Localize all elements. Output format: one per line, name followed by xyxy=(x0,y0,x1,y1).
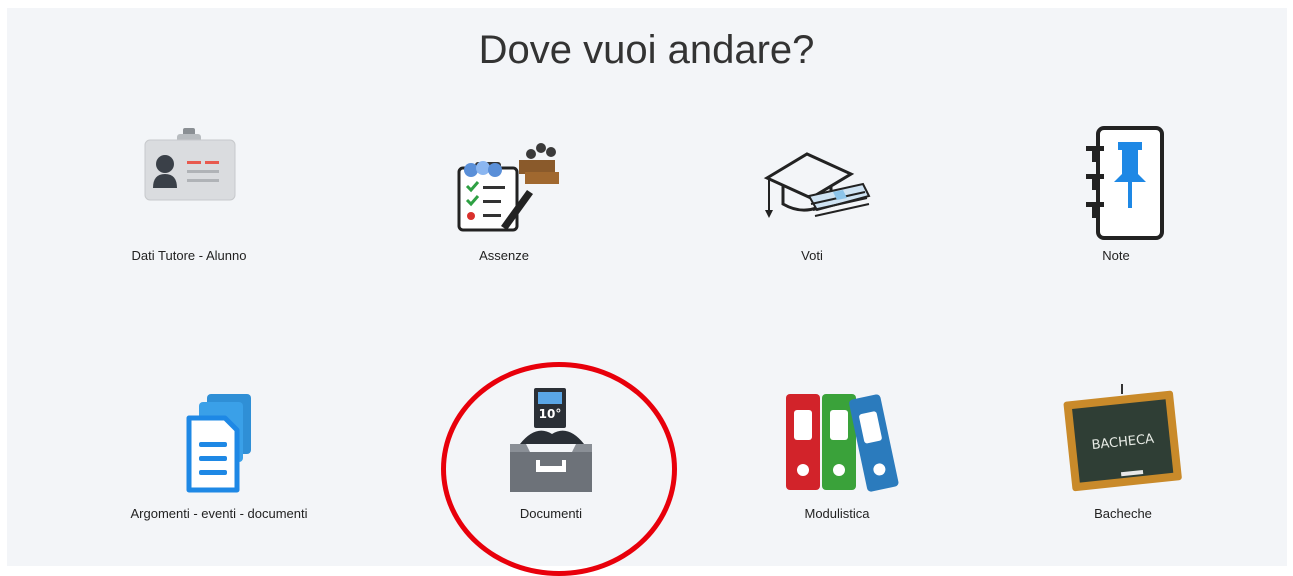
doc-badge-text: 10° xyxy=(539,407,562,421)
menu-item-label: Assenze xyxy=(479,248,529,263)
menu-item-modulistica[interactable]: Modulistica xyxy=(707,384,967,524)
menu-item-label: Modulistica xyxy=(804,506,870,521)
menu-item-note[interactable]: Note xyxy=(986,126,1246,266)
binders-icon xyxy=(786,394,899,492)
chalkboard-icon: BACHECA xyxy=(1063,384,1182,492)
id-badge-icon xyxy=(144,128,236,201)
document-inbox-icon: 10° xyxy=(510,388,592,492)
menu-item-voti[interactable]: Voti xyxy=(682,126,942,266)
menu-item-dati-tutore-alunno[interactable]: Dati Tutore - Alunno xyxy=(59,126,319,266)
menu-item-argomenti-eventi-documenti[interactable]: Argomenti - eventi - documenti xyxy=(89,384,349,524)
menu-item-label: Argomenti - eventi - documenti xyxy=(130,506,308,521)
menu-item-label: Voti xyxy=(801,248,823,263)
menu-item-label: Dati Tutore - Alunno xyxy=(131,248,247,263)
menu-item-label: Bacheche xyxy=(1094,506,1152,521)
menu-item-documenti[interactable]: 10° Documenti xyxy=(421,384,681,524)
menu-item-label: Note xyxy=(1102,248,1130,263)
menu-item-assenze[interactable]: Assenze xyxy=(374,126,634,266)
menu-item-label: Documenti xyxy=(519,506,583,521)
menu-item-bacheche[interactable]: BACHECA Bacheche xyxy=(993,384,1253,524)
attendance-clipboard-icon xyxy=(457,143,559,232)
documents-stack-icon xyxy=(186,394,251,493)
graduation-cap-icon xyxy=(763,152,871,218)
page-title: Dove vuoi andare? xyxy=(478,28,815,72)
notebook-pin-icon xyxy=(1086,126,1164,240)
